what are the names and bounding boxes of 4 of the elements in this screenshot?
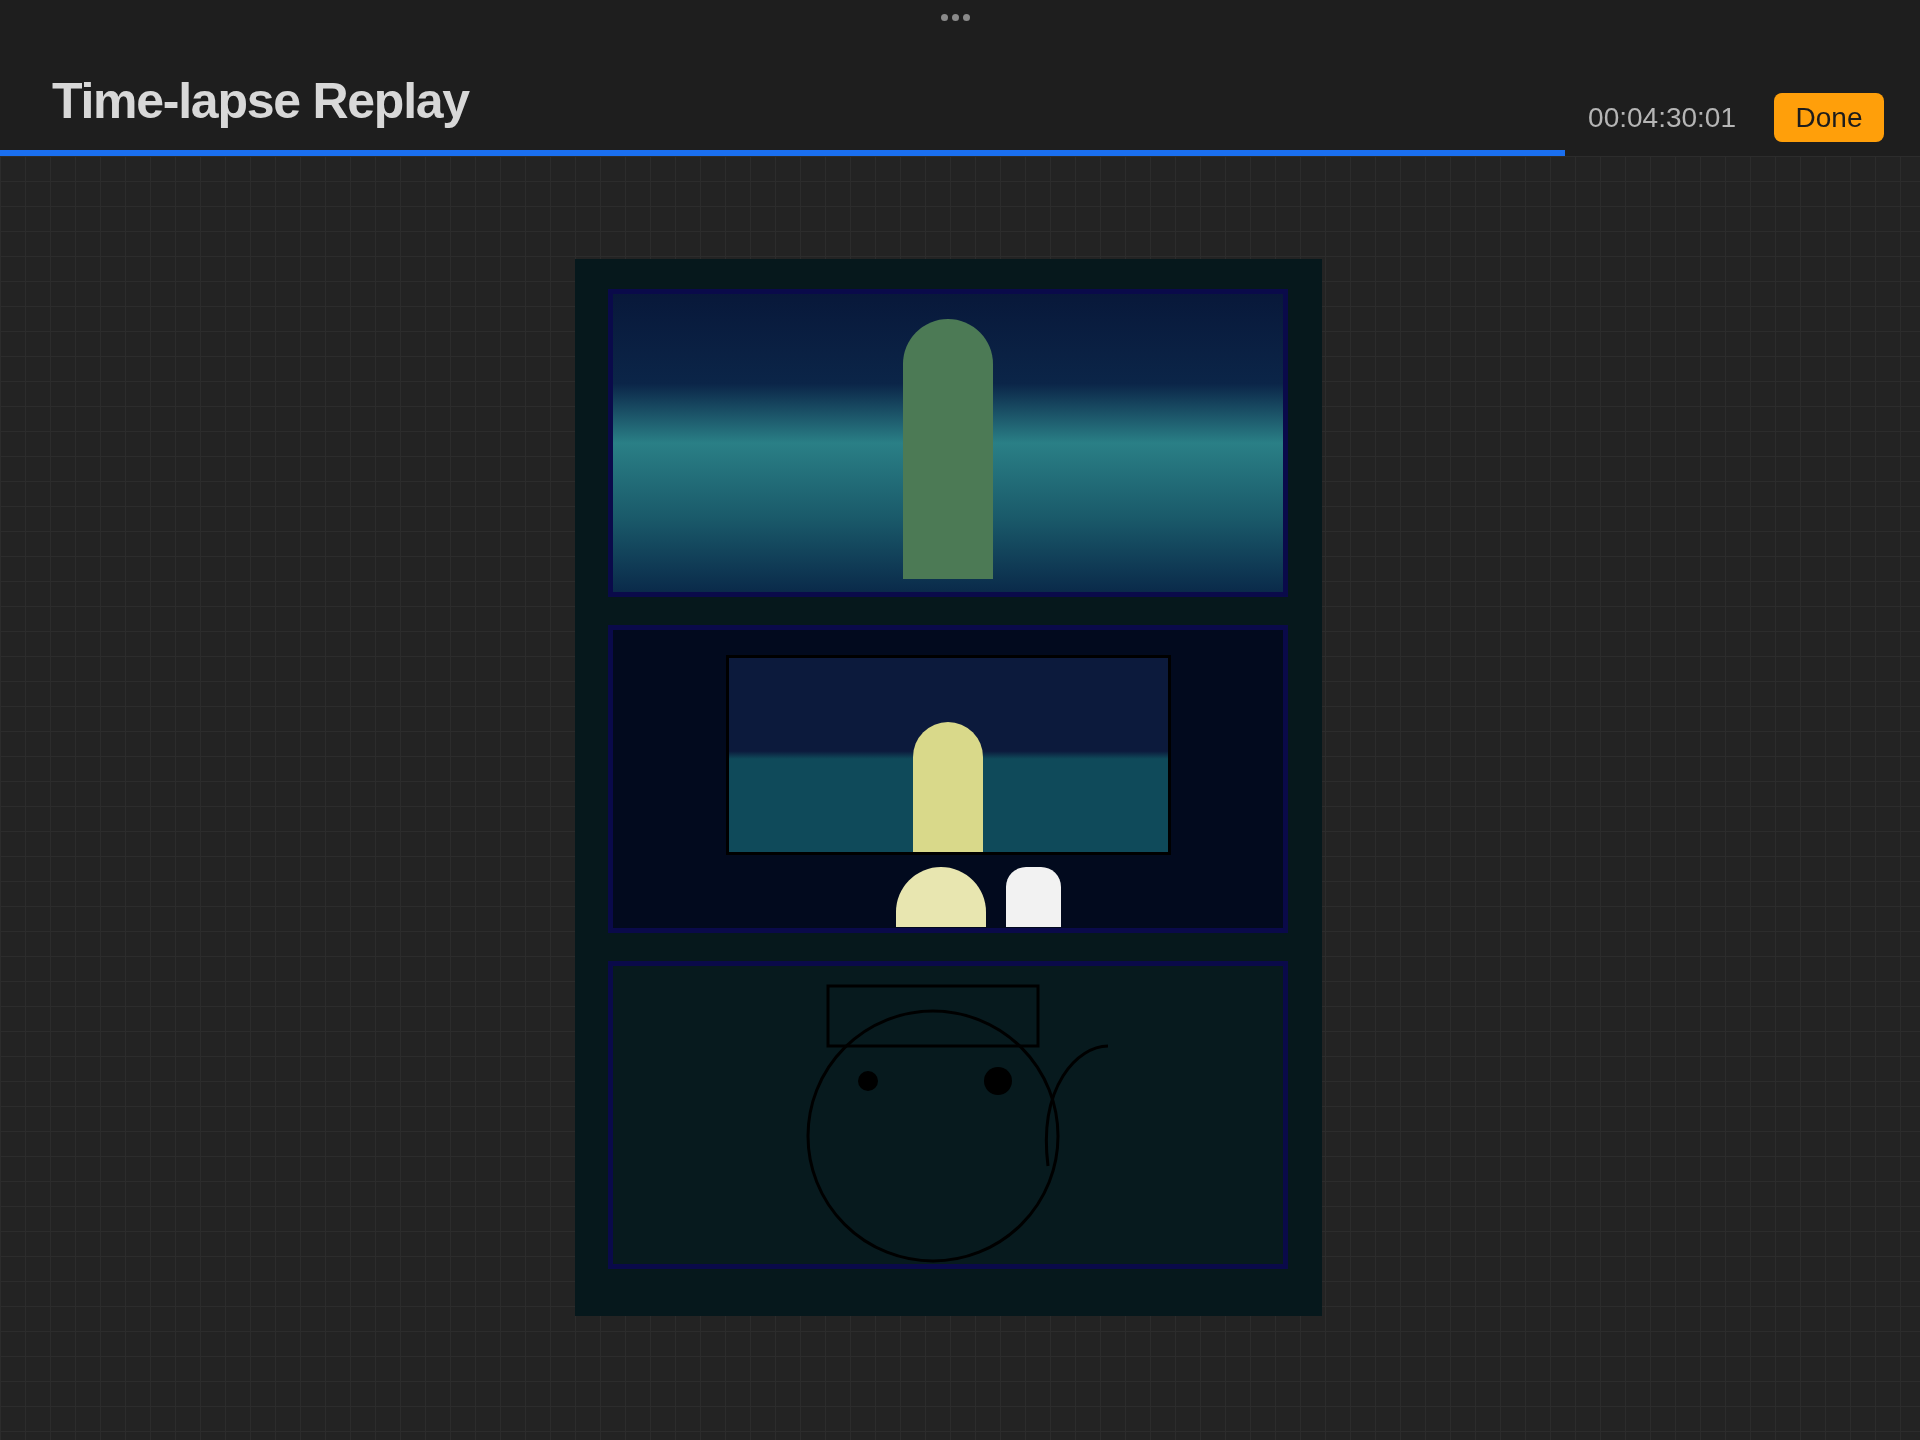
done-button[interactable]: Done <box>1774 93 1884 142</box>
timecode: 00:04:30:01 <box>1588 100 1736 135</box>
window-title: Time-lapse Replay <box>52 76 469 131</box>
more-icon[interactable] <box>941 14 970 21</box>
